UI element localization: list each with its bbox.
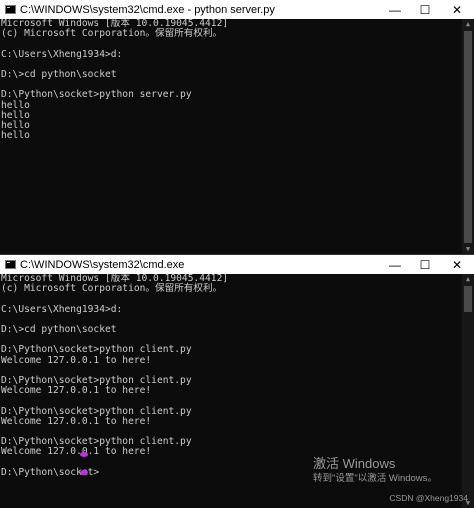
activation-subtitle: 转到"设置"以激活 Windows。 <box>313 473 437 484</box>
client-window-controls: — ☐ ✕ <box>380 255 474 274</box>
close-button[interactable]: ✕ <box>440 0 474 19</box>
client-scrollbar[interactable]: ▲ ▼ <box>462 274 474 508</box>
server-window-titlebar[interactable]: C:\WINDOWS\system32\cmd.exe - python ser… <box>0 0 474 19</box>
server-console-output[interactable]: Microsoft Windows [版本 10.0.19045.4412] (… <box>1 19 462 254</box>
server-scrollbar[interactable]: ▲ ▼ <box>462 19 474 254</box>
server-console-window[interactable]: C:\WINDOWS\system32\cmd.exe - python ser… <box>0 0 474 255</box>
text-cursor-marker <box>80 452 90 478</box>
scroll-up-icon[interactable]: ▲ <box>462 274 474 284</box>
maximize-button[interactable]: ☐ <box>410 255 440 274</box>
server-window-title: C:\WINDOWS\system32\cmd.exe - python ser… <box>20 3 275 16</box>
cmd-icon <box>5 5 16 14</box>
close-button[interactable]: ✕ <box>440 255 474 274</box>
minimize-button[interactable]: — <box>380 255 410 274</box>
scroll-up-icon[interactable]: ▲ <box>462 19 474 29</box>
cursor-top-dot-icon <box>80 452 88 457</box>
client-window-title: C:\WINDOWS\system32\cmd.exe <box>20 258 185 271</box>
cmd-icon <box>5 260 16 269</box>
scroll-down-icon[interactable]: ▼ <box>462 244 474 254</box>
maximize-button[interactable]: ☐ <box>410 0 440 19</box>
server-window-controls: — ☐ ✕ <box>380 0 474 19</box>
minimize-button[interactable]: — <box>380 0 410 19</box>
scrollbar-thumb[interactable] <box>464 31 472 243</box>
csdn-watermark: CSDN @Xheng1934 <box>389 493 468 503</box>
windows-activation-notice: 激活 Windows 转到"设置"以激活 Windows。 <box>313 456 437 485</box>
client-window-titlebar[interactable]: C:\WINDOWS\system32\cmd.exe — ☐ ✕ <box>0 255 474 274</box>
scrollbar-thumb[interactable] <box>464 286 472 312</box>
cursor-bottom-dot-icon <box>80 470 88 475</box>
activation-title: 激活 Windows <box>313 456 396 471</box>
